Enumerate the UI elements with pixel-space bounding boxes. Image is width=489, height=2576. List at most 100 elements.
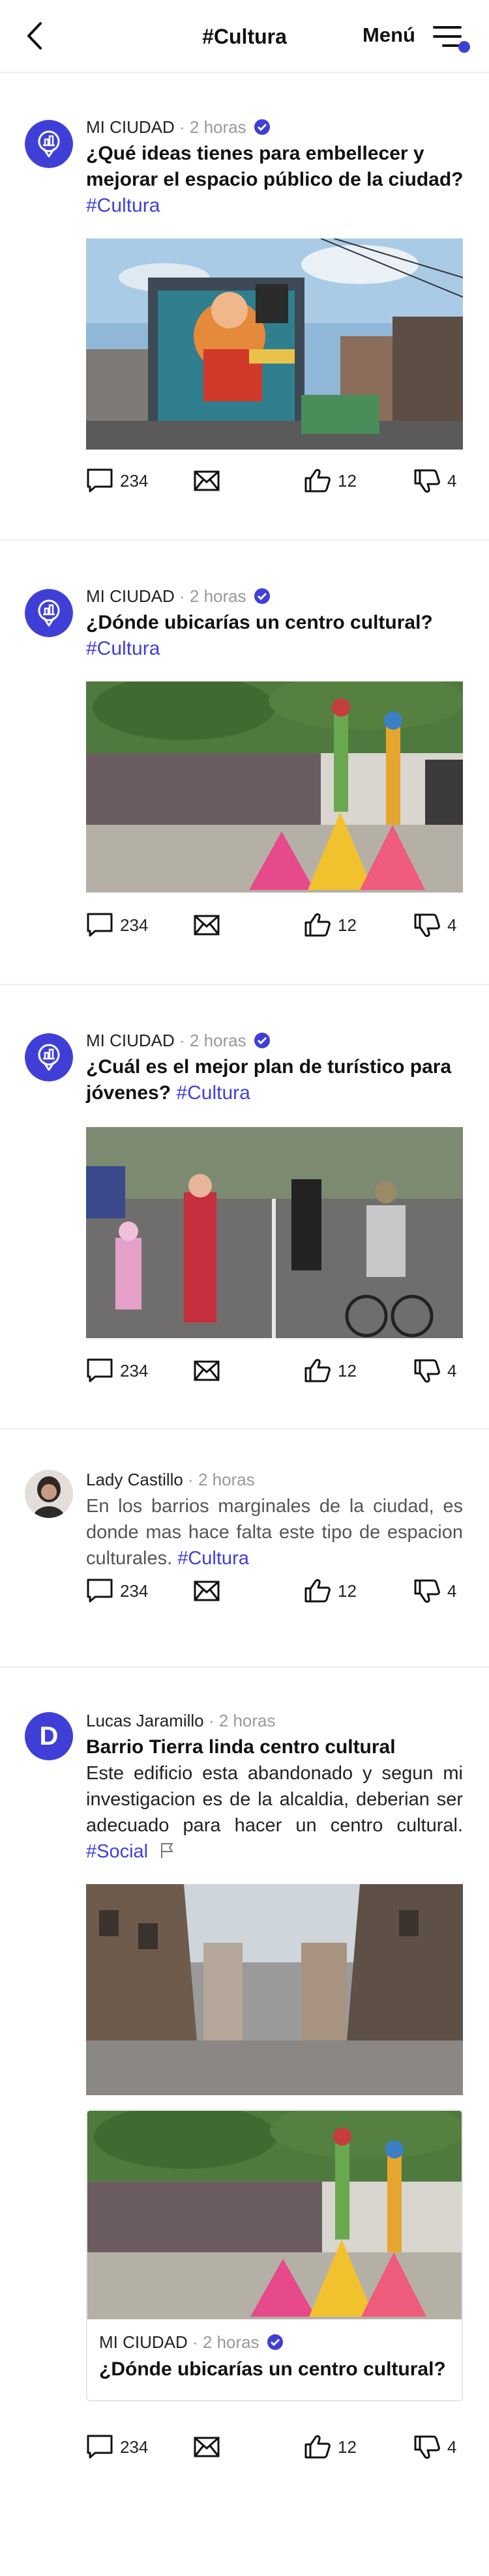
comment-button[interactable]: 234: [86, 912, 148, 938]
comment-button[interactable]: 234: [86, 2434, 148, 2460]
page-title: #Cultura: [202, 25, 287, 48]
flag-icon[interactable]: [160, 1842, 175, 1859]
quoted-author: MI CIUDAD: [99, 2332, 188, 2352]
like-count: 12: [338, 1581, 357, 1601]
post-title-text: ¿Dónde ubicarías un centro cultural?: [86, 612, 433, 633]
avatar-letter: D: [39, 1721, 59, 1751]
share-mail-icon: [193, 468, 220, 494]
avatar[interactable]: D: [25, 1712, 73, 1760]
hashtag-link[interactable]: #Cultura: [86, 638, 160, 659]
quoted-meta: MI CIUDAD · 2 horas: [99, 2332, 284, 2353]
post-body[interactable]: Este edificio esta abandonado y segun mi…: [86, 1760, 463, 1865]
quoted-post[interactable]: MI CIUDAD · 2 horas ¿Dónde ubicarías un …: [86, 2110, 463, 2401]
post-card: MI CIUDAD · 2 horas ¿Dónde ubicarías un …: [0, 542, 489, 985]
dislike-count: 4: [447, 915, 457, 935]
like-count: 12: [338, 2437, 357, 2457]
author-name[interactable]: MI CIUDAD: [86, 117, 175, 137]
city-icon: [25, 120, 73, 168]
comment-button[interactable]: 234: [86, 468, 148, 494]
share-mail-icon: [193, 1578, 220, 1604]
dislike-button[interactable]: 4: [413, 1578, 456, 1604]
post-actions: 234 12 4: [86, 468, 463, 494]
verified-icon: [254, 119, 271, 136]
dislike-button[interactable]: 4: [413, 2434, 456, 2460]
post-title[interactable]: ¿Cuál es el mejor plan de turístico para…: [86, 1054, 464, 1106]
hashtag-link[interactable]: #Cultura: [176, 1082, 250, 1104]
post-card: D Lucas Jaramillo · 2 horas Barrio Tierr…: [0, 1669, 489, 2490]
post-body[interactable]: En los barrios marginales de la ciudad, …: [86, 1493, 463, 1571]
verified-icon: [254, 1032, 271, 1049]
author-name[interactable]: MI CIUDAD: [86, 586, 175, 606]
post-actions: 234 12 4: [86, 1578, 463, 1604]
dislike-button[interactable]: 4: [413, 1358, 456, 1384]
like-button[interactable]: 12: [304, 1358, 357, 1384]
avatar[interactable]: [25, 1470, 73, 1518]
comment-icon: [86, 468, 113, 494]
share-button[interactable]: [193, 468, 220, 494]
share-mail-icon: [193, 2434, 220, 2460]
post-card: MI CIUDAD · 2 horas ¿Qué ideas tienes pa…: [0, 74, 489, 541]
dislike-button[interactable]: 4: [413, 912, 456, 938]
hashtag-link[interactable]: #Cultura: [177, 1548, 249, 1569]
post-time: · 2 horas: [179, 1031, 246, 1050]
post-time: · 2 horas: [188, 1470, 255, 1489]
building-photo[interactable]: [86, 1884, 463, 2095]
post-meta: Lady Castillo · 2 horas: [86, 1470, 255, 1490]
post-title[interactable]: ¿Dónde ubicarías un centro cultural? #Cu…: [86, 610, 464, 662]
post-time: · 2 horas: [179, 117, 246, 137]
share-mail-icon: [193, 1358, 220, 1384]
author-name[interactable]: Lucas Jaramillo: [86, 1711, 204, 1730]
comment-button[interactable]: 234: [86, 1578, 148, 1604]
dislike-icon: [413, 912, 441, 938]
post-body-text: Este edificio esta abandonado y segun mi…: [86, 1763, 463, 1836]
like-button[interactable]: 12: [304, 468, 357, 494]
mural-photo[interactable]: [86, 238, 463, 450]
comment-count: 234: [120, 470, 149, 491]
post-actions: 234 12 4: [86, 2434, 463, 2460]
menu-label[interactable]: Menú: [363, 23, 415, 47]
dislike-icon: [413, 468, 441, 494]
comment-count: 234: [120, 915, 149, 935]
share-button[interactable]: [193, 1358, 220, 1384]
like-icon: [304, 912, 331, 938]
like-icon: [304, 1578, 331, 1604]
hashtag-link[interactable]: #Cultura: [86, 195, 160, 216]
post-time: · 2 horas: [179, 586, 246, 606]
ciclovia-photo[interactable]: [86, 1127, 463, 1338]
comment-icon: [86, 1578, 113, 1604]
dislike-button[interactable]: 4: [413, 468, 456, 494]
like-button[interactable]: 12: [304, 1578, 357, 1604]
hashtag-link[interactable]: #Social: [86, 1841, 148, 1862]
post-title[interactable]: Barrio Tierra linda centro cultural: [86, 1734, 464, 1760]
street-festival-photo[interactable]: [86, 681, 463, 893]
share-mail-icon: [193, 912, 220, 938]
like-icon: [304, 2434, 331, 2460]
like-count: 12: [338, 1360, 357, 1381]
post-title-text: ¿Qué ideas tienes para embellecer y mejo…: [86, 143, 464, 190]
author-name[interactable]: MI CIUDAD: [86, 1031, 175, 1050]
author-name[interactable]: Lady Castillo: [86, 1470, 183, 1489]
post-meta: MI CIUDAD · 2 horas: [86, 586, 271, 607]
city-icon: [25, 1033, 73, 1081]
comment-count: 234: [120, 2437, 149, 2457]
comment-count: 234: [120, 1360, 149, 1381]
like-button[interactable]: 12: [304, 912, 357, 938]
comment-count: 234: [120, 1581, 149, 1601]
like-icon: [304, 1358, 331, 1384]
share-button[interactable]: [193, 2434, 220, 2460]
like-button[interactable]: 12: [304, 2434, 357, 2460]
dislike-count: 4: [447, 470, 457, 491]
post-title-text: ¿Cuál es el mejor plan de turístico para…: [86, 1056, 452, 1104]
post-meta: Lucas Jaramillo · 2 horas: [86, 1711, 275, 1731]
post-time: · 2 horas: [208, 1711, 276, 1730]
menu-icon[interactable]: [433, 22, 471, 53]
dislike-icon: [413, 2434, 441, 2460]
post-title[interactable]: ¿Qué ideas tienes para embellecer y mejo…: [86, 141, 464, 219]
comment-icon: [86, 912, 113, 938]
post-meta: MI CIUDAD · 2 horas: [86, 1031, 271, 1051]
share-button[interactable]: [193, 1578, 220, 1604]
verified-icon: [254, 588, 271, 605]
post-body-text: En los barrios marginales de la ciudad, …: [86, 1496, 463, 1569]
comment-button[interactable]: 234: [86, 1358, 148, 1384]
share-button[interactable]: [193, 912, 220, 938]
